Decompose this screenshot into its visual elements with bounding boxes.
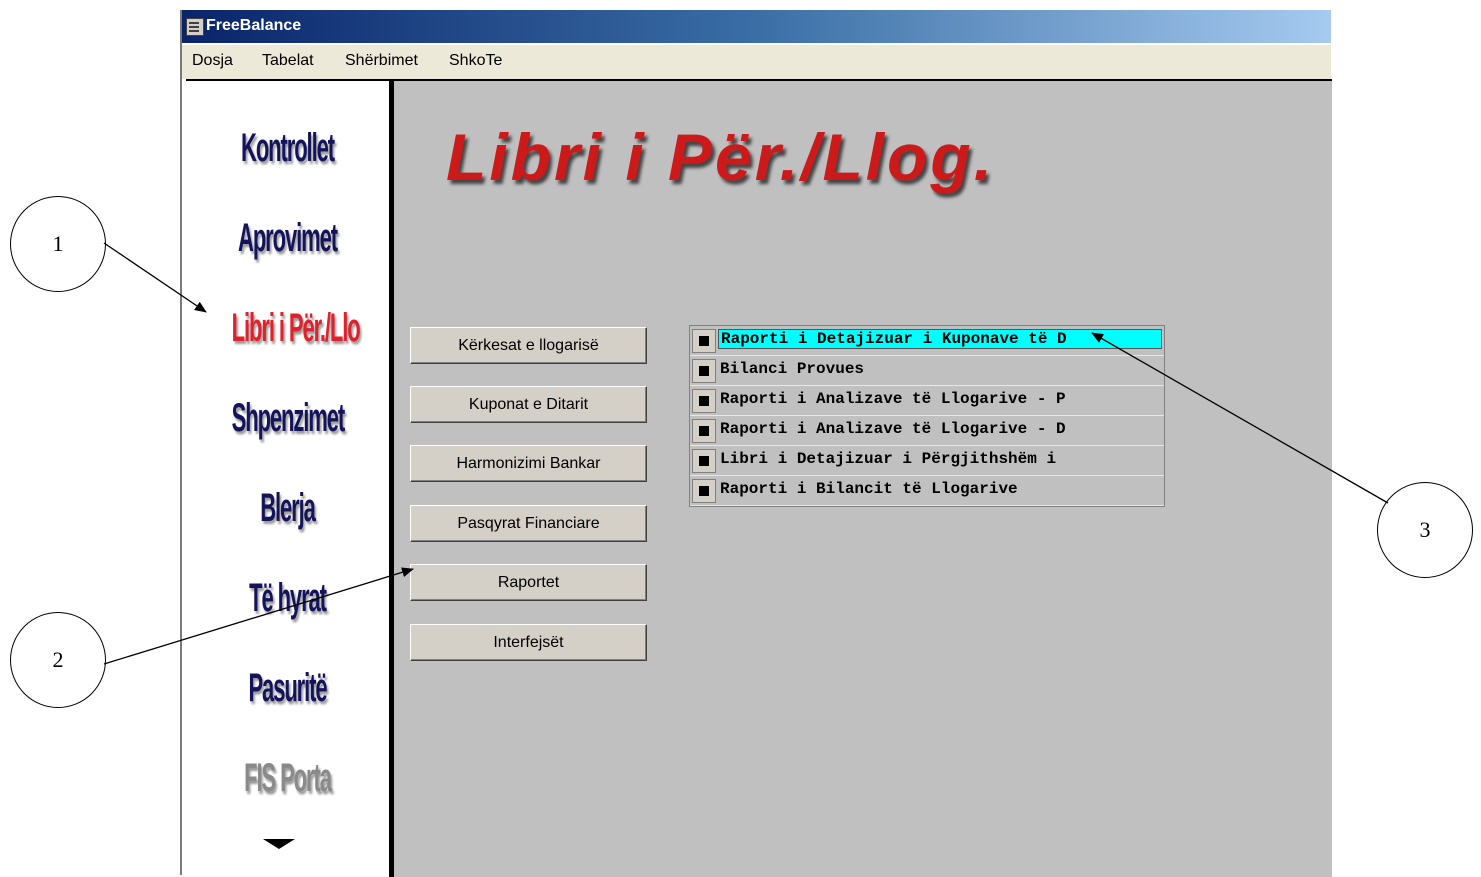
report-item[interactable]: Raporti i Analizave të Llogarive - D (690, 416, 1164, 446)
bullet-icon (692, 449, 716, 473)
raportet-button[interactable]: Raportet (410, 564, 647, 601)
report-label: Raporti i Analizave të Llogarive - P (720, 390, 1066, 408)
kuponat-button[interactable]: Kuponat e Ditarit (410, 386, 647, 423)
module-title: Libri i Për./Llog. (446, 120, 996, 194)
main-panel: Libri i Për./Llog. Kërkesat e llogarisë … (392, 79, 1332, 877)
menu-shkote[interactable]: ShkoTe (449, 52, 502, 70)
window-title: FreeBalance (206, 17, 302, 34)
bullet-icon (692, 329, 716, 353)
report-label: Bilanci Provues (720, 360, 865, 378)
callout-3: 3 (1377, 482, 1473, 578)
report-list: Raporti i Detajizuar i Kuponave të D Bil… (689, 325, 1165, 507)
menu-sherbimet[interactable]: Shërbimet (345, 52, 418, 70)
app-icon (186, 18, 204, 36)
title-bar: FreeBalance (182, 10, 1331, 43)
sidebar-item-shpenzimet[interactable]: Shpenzimet (232, 396, 346, 441)
pasqyrat-button[interactable]: Pasqyrat Financiare (410, 505, 647, 542)
report-label: Libri i Detajizuar i Përgjithshëm i (720, 450, 1057, 468)
report-label: Raporti i Analizave të Llogarive - D (720, 420, 1066, 438)
sidebar-item-te-hyrat[interactable]: Të hyrat (232, 576, 344, 621)
report-item[interactable]: Libri i Detajizuar i Përgjithshëm i (690, 446, 1164, 476)
sidebar-item-fis-porta[interactable]: FIS Porta (232, 756, 344, 801)
sidebar-item-libri[interactable]: Libri i Për./Llo (232, 306, 361, 351)
harmonizimi-button[interactable]: Harmonizimi Bankar (410, 445, 647, 482)
bullet-icon (692, 389, 716, 413)
sidebar-item-pasurite[interactable]: Pasuritë (232, 666, 344, 711)
callout-1: 1 (10, 196, 106, 292)
callout-2: 2 (10, 612, 106, 708)
module-sidebar: Kontrollet Aprovimet Libri i Për./Llo Sh… (186, 79, 392, 877)
bullet-icon (692, 419, 716, 443)
scroll-down-icon[interactable] (263, 839, 295, 849)
sidebar-item-aprovimet[interactable]: Aprovimet (232, 216, 344, 261)
interfejset-button[interactable]: Interfejsët (410, 624, 647, 661)
menu-tabelat[interactable]: Tabelat (262, 52, 314, 70)
report-item[interactable]: Raporti i Detajizuar i Kuponave të D (690, 326, 1164, 356)
report-item[interactable]: Raporti i Bilancit të Llogarive (690, 476, 1164, 506)
kerkesat-button[interactable]: Kërkesat e llogarisë (410, 327, 647, 364)
report-label: Raporti i Detajizuar i Kuponave të D (718, 329, 1162, 349)
bullet-icon (692, 479, 716, 503)
freebalance-window: FreeBalance Dosja Tabelat Shërbimet Shko… (180, 10, 1332, 877)
report-item[interactable]: Bilanci Provues (690, 356, 1164, 386)
report-label: Raporti i Bilancit të Llogarive (720, 480, 1018, 498)
sidebar-item-kontrollet[interactable]: Kontrollet (232, 126, 344, 171)
report-item[interactable]: Raporti i Analizave të Llogarive - P (690, 386, 1164, 416)
bullet-icon (692, 359, 716, 383)
sidebar-item-blerja[interactable]: Blerja (232, 486, 344, 531)
menu-bar: Dosja Tabelat Shërbimet ShkoTe (182, 45, 1331, 79)
menu-dosja[interactable]: Dosja (192, 52, 233, 70)
